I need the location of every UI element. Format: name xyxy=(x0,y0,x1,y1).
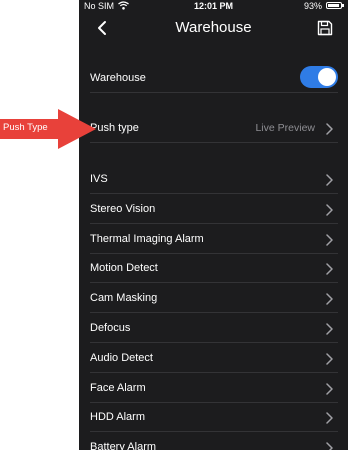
chevron-right-icon xyxy=(325,203,334,216)
warehouse-toggle-row[interactable]: Warehouse xyxy=(90,60,338,93)
alarm-row-label: HDD Alarm xyxy=(90,411,146,424)
alarm-row[interactable]: IVS xyxy=(90,164,338,194)
phone-screen: No SIM 12:01 PM 93% Warehouse Warehouse … xyxy=(79,0,348,450)
alarm-row-label: Thermal Imaging Alarm xyxy=(90,232,204,245)
battery-icon xyxy=(326,2,344,9)
battery-fill xyxy=(328,4,340,7)
chevron-right-icon xyxy=(325,322,334,335)
status-bar: No SIM 12:01 PM 93% xyxy=(79,0,348,12)
chevron-right-icon xyxy=(325,352,334,365)
alarm-row[interactable]: Thermal Imaging Alarm xyxy=(90,224,338,254)
alarm-row-label: Battery Alarm xyxy=(90,441,157,450)
alarm-row[interactable]: Audio Detect xyxy=(90,343,338,373)
alarm-row[interactable]: Battery Alarm xyxy=(90,432,338,450)
push-type-row[interactable]: Push type Live Preview xyxy=(90,110,338,143)
alarm-row[interactable]: Cam Masking xyxy=(90,283,338,314)
chevron-right-icon xyxy=(325,382,334,395)
alarm-row-label: Face Alarm xyxy=(90,381,146,394)
alarm-row-label: Stereo Vision xyxy=(90,202,156,215)
push-type-callout: Push Type xyxy=(0,109,96,149)
alarm-row-label: Cam Masking xyxy=(90,292,158,305)
alarm-row-label: Motion Detect xyxy=(90,262,158,275)
alarm-row-label: Audio Detect xyxy=(90,351,153,364)
chevron-right-icon xyxy=(325,233,334,246)
warehouse-toggle-label: Warehouse xyxy=(90,72,146,84)
save-icon[interactable] xyxy=(316,19,334,37)
push-type-label: Push type xyxy=(90,122,139,134)
alarm-row[interactable]: Stereo Vision xyxy=(90,194,338,224)
alarm-row[interactable]: Motion Detect xyxy=(90,253,338,284)
battery-percentage: 93% xyxy=(303,1,322,11)
navigation-bar: Warehouse xyxy=(79,14,348,44)
alarm-row[interactable]: HDD Alarm xyxy=(90,402,338,433)
page-title: Warehouse xyxy=(175,19,252,36)
chevron-right-icon xyxy=(325,122,334,135)
chevron-right-icon xyxy=(325,173,334,186)
chevron-right-icon xyxy=(325,262,334,276)
alarm-row[interactable]: Defocus xyxy=(90,313,338,343)
callout-label: Push Type xyxy=(3,122,48,133)
warehouse-toggle-switch[interactable] xyxy=(300,66,338,88)
push-type-value: Live Preview xyxy=(255,122,315,134)
toggle-knob xyxy=(318,68,336,86)
chevron-right-icon xyxy=(325,441,334,450)
alarm-row-label: IVS xyxy=(90,173,108,185)
chevron-right-icon xyxy=(325,292,334,305)
alarm-row[interactable]: Face Alarm xyxy=(90,373,338,403)
chevron-right-icon xyxy=(325,411,334,425)
alarm-row-label: Defocus xyxy=(90,322,131,334)
